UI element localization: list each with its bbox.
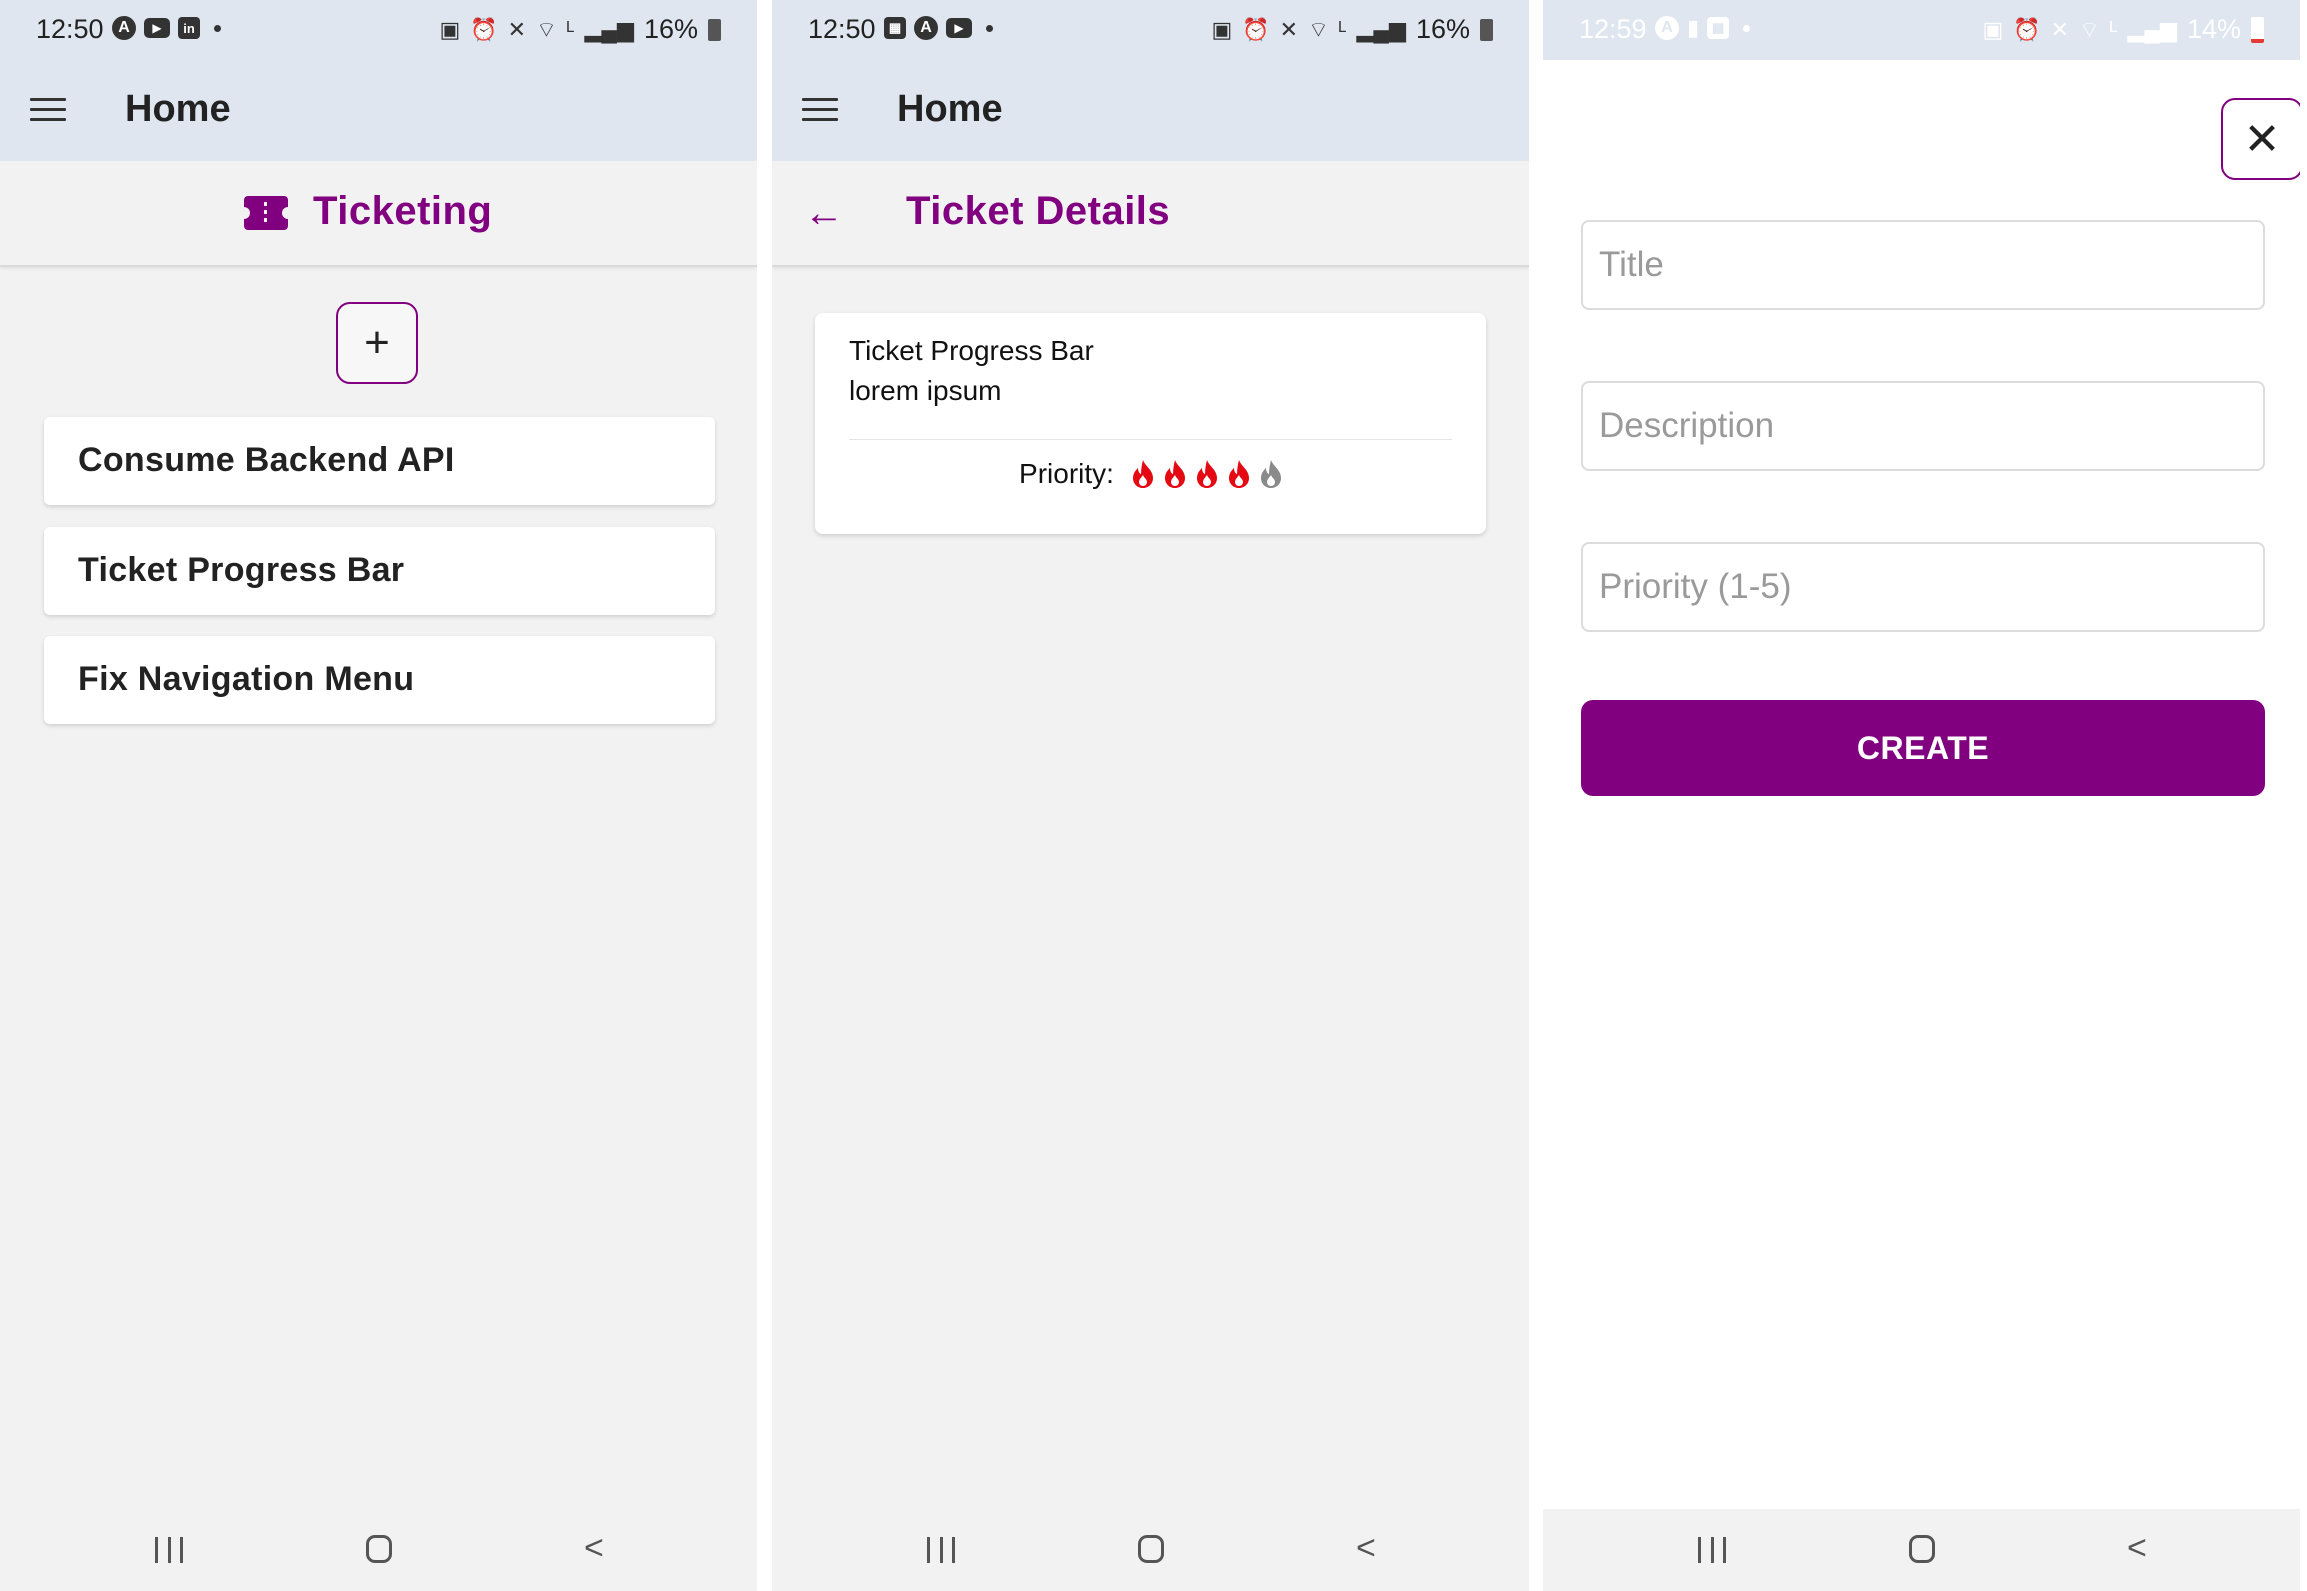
battery-saver-icon: ▮ — [1687, 15, 1700, 40]
priority-field[interactable] — [1581, 542, 2265, 632]
priority-flame-icon — [1132, 459, 1154, 489]
system-nav-bar: < — [772, 1509, 1529, 1591]
ticket-list-item[interactable]: Consume Backend API — [44, 417, 715, 505]
section-header: Ticketing — [0, 161, 757, 267]
menu-icon[interactable] — [30, 98, 66, 122]
status-bar: 12:50 A ▶ in ▣ ⏰ ✕ ⌔ ᴸ ▂▄▆ 16% — [0, 0, 757, 60]
ticket-list-item[interactable]: Fix Navigation Menu — [44, 636, 715, 724]
notification-app-icon: A — [1655, 16, 1679, 40]
notification-app-icon: A — [112, 16, 136, 40]
signal-icon: ▂▄▆ — [1356, 16, 1406, 42]
ticket-icon — [238, 196, 294, 230]
ticketing-screen: 12:50 A ▶ in ▣ ⏰ ✕ ⌔ ᴸ ▂▄▆ 16% Home Tick… — [0, 0, 757, 1591]
lte-icon: ᴸ — [2109, 16, 2118, 42]
priority-flame-icon — [1260, 459, 1282, 489]
priority-label: Priority: — [1019, 458, 1114, 489]
create-ticket-screen: 12:59 A ▮ ▦ ▣ ⏰ ✕ ⌔ ᴸ ▂▄▆ 14% ✕ CREATE < — [1543, 0, 2300, 1591]
status-time: 12:50 — [36, 14, 104, 44]
appbar-title: Home — [897, 88, 1003, 130]
section-title: Ticket Details — [906, 189, 1171, 233]
app-bar: Home — [0, 60, 757, 161]
home-icon[interactable] — [1138, 1535, 1164, 1563]
priority-flame-icon — [1196, 459, 1218, 489]
wifi-icon: ⌔ — [1308, 16, 1329, 42]
description-field[interactable] — [1581, 381, 2265, 471]
battery-percent: 16% — [1415, 14, 1470, 44]
ticket-title: Ticket Progress Bar — [78, 551, 405, 589]
back-nav-icon[interactable]: < — [1356, 1531, 1376, 1565]
ticket-list-item[interactable]: Ticket Progress Bar — [44, 527, 715, 615]
add-ticket-button[interactable]: + — [336, 302, 418, 384]
wifi-icon: ⌔ — [536, 16, 557, 42]
appbar-title: Home — [125, 88, 231, 130]
mute-icon: ✕ — [1279, 16, 1299, 42]
status-bar: 12:50 ▦ A ▶ ▣ ⏰ ✕ ⌔ ᴸ ▂▄▆ 16% — [772, 0, 1529, 60]
system-nav-bar: < — [1543, 1509, 2300, 1591]
priority-flame-icon — [1228, 459, 1250, 489]
ticket-title: Ticket Progress Bar — [849, 335, 1094, 366]
ticket-details-screen: 12:50 ▦ A ▶ ▣ ⏰ ✕ ⌔ ᴸ ▂▄▆ 16% Home ← Tic… — [772, 0, 1529, 1591]
more-notifications-dot-icon — [214, 24, 221, 32]
divider — [849, 439, 1452, 440]
gallery-icon: ▦ — [884, 17, 906, 39]
alarm-icon: ⏰ — [2013, 16, 2041, 42]
section-title: Ticketing — [313, 189, 493, 233]
create-button[interactable]: CREATE — [1581, 700, 2265, 796]
back-arrow-icon[interactable]: ← — [804, 193, 844, 233]
app-bar: Home — [772, 60, 1529, 161]
battery-icon — [2251, 16, 2264, 43]
battery-percent: 16% — [643, 14, 698, 44]
nfc-icon: ▣ — [439, 16, 461, 42]
close-button[interactable]: ✕ — [2221, 98, 2300, 180]
back-nav-icon[interactable]: < — [2127, 1531, 2147, 1565]
mute-icon: ✕ — [2050, 16, 2070, 42]
title-field[interactable] — [1581, 220, 2265, 310]
priority-flame-icon — [1164, 459, 1186, 489]
nfc-icon: ▣ — [1982, 16, 2004, 42]
ticket-title: Consume Backend API — [78, 441, 455, 479]
recent-apps-icon[interactable] — [1698, 1537, 1726, 1563]
signal-icon: ▂▄▆ — [584, 16, 634, 42]
system-nav-bar: < — [0, 1509, 757, 1591]
recent-apps-icon[interactable] — [927, 1537, 955, 1563]
status-time: 12:59 — [1579, 14, 1647, 44]
priority-row: Priority: — [815, 458, 1486, 490]
lte-icon: ᴸ — [1338, 16, 1347, 42]
nfc-icon: ▣ — [1211, 16, 1233, 42]
section-header: ← Ticket Details — [772, 161, 1529, 267]
battery-icon — [1480, 18, 1493, 41]
notification-app-icon: A — [914, 16, 938, 40]
wifi-icon: ⌔ — [2079, 16, 2100, 42]
status-bar: 12:59 A ▮ ▦ ▣ ⏰ ✕ ⌔ ᴸ ▂▄▆ 14% — [1543, 0, 2300, 60]
alarm-icon: ⏰ — [1242, 16, 1270, 42]
more-notifications-dot-icon — [986, 24, 993, 32]
more-notifications-dot-icon — [1743, 24, 1751, 32]
battery-percent: 14% — [2186, 14, 2241, 44]
signal-icon: ▂▄▆ — [2127, 16, 2177, 42]
home-icon[interactable] — [1909, 1535, 1935, 1563]
status-time: 12:50 — [808, 14, 876, 44]
ticket-detail-card: Ticket Progress Bar lorem ipsum Priority… — [815, 313, 1486, 534]
battery-icon — [708, 18, 721, 41]
ticket-title: Fix Navigation Menu — [78, 660, 415, 698]
alarm-icon: ⏰ — [470, 16, 498, 42]
linkedin-icon: in — [178, 17, 200, 39]
recent-apps-icon[interactable] — [155, 1537, 183, 1563]
mute-icon: ✕ — [507, 16, 527, 42]
youtube-icon: ▶ — [946, 18, 972, 38]
back-nav-icon[interactable]: < — [584, 1531, 604, 1565]
gallery-icon: ▦ — [1707, 17, 1730, 39]
menu-icon[interactable] — [802, 98, 838, 122]
lte-icon: ᴸ — [566, 16, 575, 42]
ticket-description: lorem ipsum — [849, 375, 1002, 406]
home-icon[interactable] — [366, 1535, 392, 1563]
youtube-icon: ▶ — [144, 18, 170, 38]
